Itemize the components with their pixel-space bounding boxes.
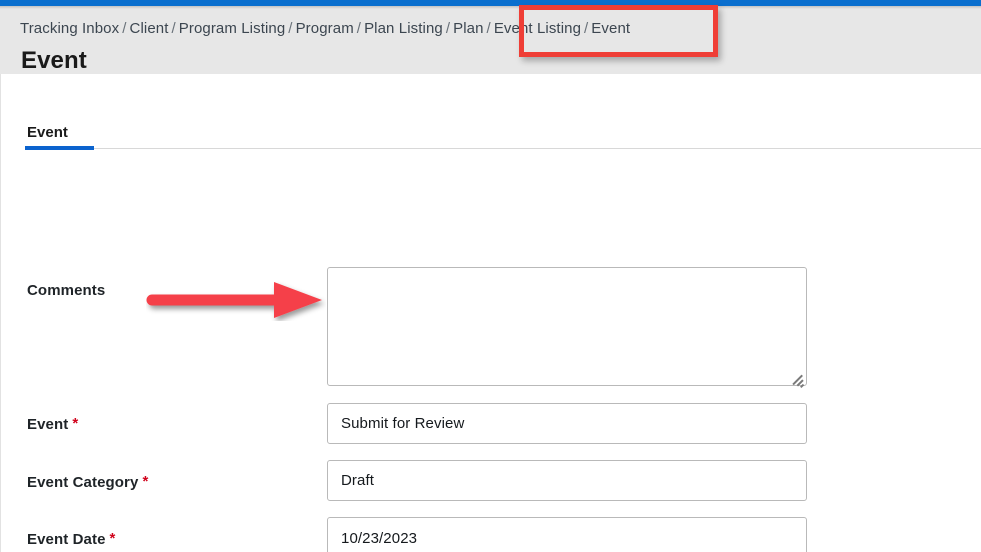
breadcrumb-item-program-listing[interactable]: Program Listing	[179, 20, 286, 37]
breadcrumb-item-event[interactable]: Event	[591, 20, 630, 37]
breadcrumb-separator: /	[171, 20, 176, 37]
event-category-label: Event Category *	[27, 474, 148, 491]
comments-textarea[interactable]	[327, 267, 807, 389]
page-header: Tracking Inbox / Client / Program Listing / Pr…	[0, 6, 981, 74]
breadcrumb-item-plan-listing[interactable]: Plan Listing	[364, 20, 443, 37]
breadcrumb-separator: /	[445, 20, 451, 37]
resize-handle-icon[interactable]	[790, 369, 804, 389]
breadcrumb-separator: /	[122, 20, 127, 37]
event-label-text: Event	[27, 416, 69, 433]
breadcrumb-item-program[interactable]: Program	[296, 20, 354, 37]
breadcrumb-item-client[interactable]: Client	[130, 20, 169, 37]
event-category-input[interactable]: Draft	[327, 460, 807, 501]
comments-label: Comments	[27, 282, 105, 299]
red-arrow-right-annotation-icon	[146, 282, 322, 318]
event-date-input[interactable]: 10/23/2023	[327, 517, 807, 552]
breadcrumb-separator: /	[584, 20, 589, 37]
event-form: Comments Event * Submit for Review Event …	[1, 74, 981, 552]
event-page: Tracking Inbox / Client / Program Listing / Pr…	[0, 0, 981, 552]
comments-label-text: Comments	[27, 282, 106, 299]
event-input[interactable]: Submit for Review	[327, 403, 807, 444]
event-label: Event *	[27, 416, 78, 433]
breadcrumb-item-event-listing[interactable]: Event Listing	[494, 20, 581, 37]
breadcrumb: Tracking Inbox / Client / Program Listing / Pr…	[20, 19, 630, 38]
breadcrumb-item-plan[interactable]: Plan	[453, 20, 483, 37]
breadcrumb-separator: /	[486, 20, 491, 37]
event-date-label-text: Event Date	[27, 531, 106, 548]
breadcrumb-separator: /	[356, 20, 362, 37]
required-asterisk-icon: *	[142, 473, 149, 490]
content-area: Event Comments Event * Submit for Review …	[0, 74, 981, 552]
breadcrumb-separator: /	[288, 20, 293, 37]
event-category-label-text: Event Category	[27, 474, 139, 491]
page-title: Event	[21, 47, 87, 74]
event-date-label: Event Date *	[27, 531, 115, 548]
required-asterisk-icon: *	[72, 415, 79, 432]
breadcrumb-item-tracking-inbox[interactable]: Tracking Inbox	[20, 20, 119, 37]
required-asterisk-icon: *	[109, 530, 116, 547]
